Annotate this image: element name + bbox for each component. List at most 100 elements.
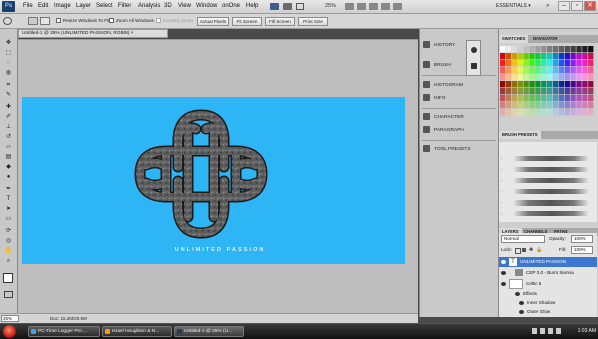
swatch-cell[interactable] xyxy=(517,81,523,88)
swatch-cell[interactable] xyxy=(547,74,553,81)
swatch-cell[interactable] xyxy=(541,60,547,67)
swatch-cell[interactable] xyxy=(570,81,576,88)
swatch-cell[interactable] xyxy=(588,74,594,81)
document-tab[interactable]: Untitled-1 @ 25% (UNLIMITED PASSION, RGB… xyxy=(18,29,168,38)
masks-icon[interactable] xyxy=(471,63,477,69)
clone-stamp-tool-icon[interactable]: ⊥ xyxy=(3,123,14,131)
swatch-cell[interactable] xyxy=(517,53,523,60)
eyedropper-tool-icon[interactable]: ✎ xyxy=(3,91,14,99)
swatch-cell[interactable] xyxy=(523,53,529,60)
swatch-cell[interactable] xyxy=(570,95,576,102)
fit-screen-button[interactable]: Fit Screen xyxy=(232,17,262,26)
network-icon[interactable] xyxy=(532,328,537,334)
zoom-tool-icon[interactable] xyxy=(3,17,12,25)
swatch-cell[interactable] xyxy=(500,109,506,116)
print-size-button[interactable]: Print Size xyxy=(298,17,328,26)
eye-icon[interactable] xyxy=(501,282,506,286)
swatch-cell[interactable] xyxy=(523,60,529,67)
swatch-cell[interactable] xyxy=(517,88,523,95)
swatch-cell[interactable] xyxy=(582,74,588,81)
tray-icon[interactable] xyxy=(548,328,553,334)
quick-selection-tool-icon[interactable]: ◍ xyxy=(3,69,14,77)
dock-tool-presets[interactable]: TOOL PRESETS xyxy=(423,145,493,155)
layer-row-adjustment[interactable]: CEP 3.0 - Burnt Sienna xyxy=(499,268,597,278)
eye-icon[interactable] xyxy=(501,259,506,264)
volume-icon[interactable] xyxy=(540,328,545,334)
layer-effect-row[interactable]: Outer Glow xyxy=(499,307,597,317)
swatch-cell[interactable] xyxy=(535,102,541,109)
swatch-cell[interactable] xyxy=(564,88,570,95)
swatch-cell[interactable] xyxy=(505,102,512,109)
swatch-cell[interactable] xyxy=(588,67,594,74)
swatch-cell[interactable] xyxy=(547,60,553,67)
menu-layer[interactable]: Layer xyxy=(76,2,91,11)
blend-mode-select[interactable]: Normal xyxy=(501,235,545,243)
swatch-cell[interactable] xyxy=(505,53,512,60)
dock-histogram[interactable]: HISTOGRAM xyxy=(423,81,493,91)
swatch-cell[interactable] xyxy=(535,88,541,95)
swatch-cell[interactable] xyxy=(535,81,541,88)
swatch-cell[interactable] xyxy=(582,88,588,95)
swatch-cell[interactable] xyxy=(529,53,535,60)
swatch-cell[interactable] xyxy=(523,46,529,53)
eraser-tool-icon[interactable]: ▱ xyxy=(3,143,14,151)
swatch-cell[interactable] xyxy=(558,81,565,88)
minimize-button[interactable]: – xyxy=(558,1,570,11)
hand-tool-icon[interactable] xyxy=(345,3,354,10)
swatch-cell[interactable] xyxy=(552,53,559,60)
marquee-tool-icon[interactable]: ⬚ xyxy=(3,49,14,57)
swatch-cell[interactable] xyxy=(517,109,523,116)
fill-screen-button[interactable]: Fill Screen xyxy=(265,17,295,26)
start-button[interactable] xyxy=(3,325,16,338)
menu-window[interactable]: Window xyxy=(196,2,217,11)
swatch-cell[interactable] xyxy=(541,109,547,116)
brush-preset-stroke[interactable] xyxy=(513,211,589,216)
blur-tool-icon[interactable]: ◆ xyxy=(3,163,14,171)
swatch-cell[interactable] xyxy=(576,102,582,109)
swatch-cell[interactable] xyxy=(529,81,535,88)
swatch-cell[interactable] xyxy=(535,60,541,67)
swatch-cell[interactable] xyxy=(588,60,594,67)
swatch-cell[interactable] xyxy=(576,67,582,74)
swatch-cell[interactable] xyxy=(570,53,576,60)
swatch-cell[interactable] xyxy=(517,67,523,74)
swatch-cell[interactable] xyxy=(582,81,588,88)
swatch-cell[interactable] xyxy=(529,88,535,95)
swatch-cell[interactable] xyxy=(511,74,518,81)
swatch-cell[interactable] xyxy=(558,60,565,67)
swatch-cell[interactable] xyxy=(582,46,588,53)
dock-history[interactable]: HISTORY xyxy=(423,41,493,51)
swatch-cell[interactable] xyxy=(500,74,506,81)
arrange-documents-icon[interactable] xyxy=(381,3,390,10)
opacity-field[interactable]: 100% xyxy=(571,235,593,243)
swatch-cell[interactable] xyxy=(529,67,535,74)
menu-analysis[interactable]: Analysis xyxy=(138,2,160,11)
menu-3d[interactable]: 3D xyxy=(164,2,172,11)
swatch-cell[interactable] xyxy=(576,74,582,81)
swatch-cell[interactable] xyxy=(588,81,594,88)
swatch-cell[interactable] xyxy=(564,81,570,88)
swatch-cell[interactable] xyxy=(535,95,541,102)
swatch-cell[interactable] xyxy=(558,46,565,53)
zoom-tool-icon[interactable] xyxy=(357,3,366,10)
swatch-cell[interactable] xyxy=(511,60,518,67)
swatch-cell[interactable] xyxy=(517,46,523,53)
swatch-cell[interactable] xyxy=(547,102,553,109)
status-zoom-field[interactable]: 25% xyxy=(1,315,19,322)
swatch-cell[interactable] xyxy=(511,53,518,60)
eye-icon[interactable] xyxy=(519,300,524,305)
grid-icon[interactable] xyxy=(296,3,304,10)
lock-all-icon[interactable]: 🔒 xyxy=(536,247,542,253)
swatch-cell[interactable] xyxy=(552,67,559,74)
swatch-cell[interactable] xyxy=(535,74,541,81)
swatch-cell[interactable] xyxy=(564,102,570,109)
swatch-cell[interactable] xyxy=(564,53,570,60)
lock-pixels-icon[interactable] xyxy=(522,248,526,252)
swatch-cell[interactable] xyxy=(570,102,576,109)
swatch-cell[interactable] xyxy=(552,88,559,95)
swatch-cell[interactable] xyxy=(576,88,582,95)
dock-paragraph[interactable]: PARAGRAPH xyxy=(423,126,493,136)
swatch-cell[interactable] xyxy=(547,88,553,95)
taskbar-button[interactable]: PC-Time Logger Pro ... xyxy=(28,326,100,337)
swatch-cell[interactable] xyxy=(523,81,529,88)
